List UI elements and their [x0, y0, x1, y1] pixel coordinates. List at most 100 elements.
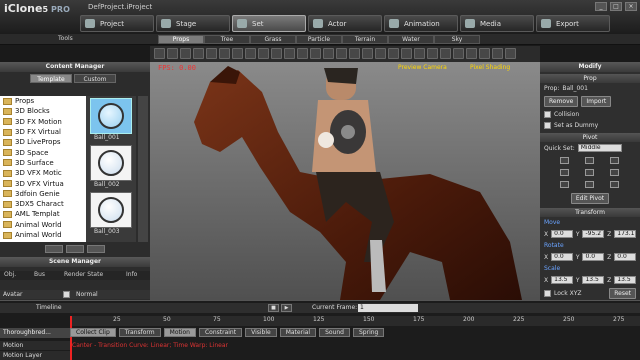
prop-section[interactable]: Prop — [540, 74, 640, 83]
viewport-tool-icon[interactable] — [375, 48, 386, 59]
collision-checkbox[interactable] — [544, 111, 551, 118]
maximize-button[interactable]: □ — [610, 2, 622, 11]
viewport-tool-icon[interactable] — [245, 48, 256, 59]
motion-track-label[interactable]: Motion — [0, 341, 70, 350]
tree-item[interactable]: 3D VFX Virtua — [0, 178, 86, 188]
3d-viewport[interactable]: FPS: 0.00 Preview Camera Pixel Shading — [150, 62, 540, 300]
move-x[interactable]: 0.0 — [551, 230, 573, 238]
motion-clip-info[interactable]: Canter - Transition Curve: Linear; Time … — [72, 341, 228, 350]
quick-set-select[interactable]: Middle — [577, 144, 622, 152]
track-name[interactable]: Thoroughbred... — [0, 328, 70, 338]
pivot-section[interactable]: Pivot — [540, 133, 640, 142]
tree-item[interactable]: 3D Surface — [0, 158, 86, 168]
scene-row-avatar[interactable]: Avatar Normal — [0, 290, 150, 299]
viewport-tool-icon[interactable] — [479, 48, 490, 59]
pivot-bc[interactable] — [585, 181, 594, 188]
pivot-ml[interactable] — [560, 169, 569, 176]
tools-menu[interactable]: Tools — [58, 35, 73, 42]
tab-stage[interactable]: Stage — [156, 15, 230, 32]
viewport-tool-icon[interactable] — [414, 48, 425, 59]
stop-icon[interactable]: ■ — [268, 304, 279, 312]
pivot-tr[interactable] — [610, 157, 619, 164]
close-button[interactable]: × — [625, 2, 637, 11]
play-icon[interactable]: ▶ — [281, 304, 292, 312]
viewport-tool-icon[interactable] — [271, 48, 282, 59]
move-z[interactable]: 173.1 — [614, 230, 636, 238]
col-info[interactable]: Info — [122, 271, 137, 280]
tree-item[interactable]: Animal World — [0, 230, 86, 240]
tree-item[interactable]: Animal World — [0, 220, 86, 230]
lock-xyz-checkbox[interactable] — [544, 290, 551, 297]
subtab-grass[interactable]: Grass — [250, 35, 296, 44]
pivot-tl[interactable] — [560, 157, 569, 164]
col-obj[interactable]: Obj. — [0, 271, 30, 280]
tree-item[interactable]: 3dfoin Genie — [0, 189, 86, 199]
transform-section[interactable]: Transform — [540, 208, 640, 217]
scale-x[interactable]: 13.5 — [551, 276, 573, 284]
tree-item[interactable]: 3D FX Motion — [0, 117, 86, 127]
timeline-ruler[interactable]: 25 50 75 100 125 150 175 200 225 250 275 — [70, 316, 640, 326]
tab-media[interactable]: Media — [460, 15, 534, 32]
viewport-tool-icon[interactable] — [193, 48, 204, 59]
rotate-y[interactable]: 0.0 — [582, 253, 605, 261]
reset-button[interactable]: Reset — [609, 288, 636, 299]
viewport-tool-icon[interactable] — [167, 48, 178, 59]
viewport-tool-icon[interactable] — [466, 48, 477, 59]
track-constraint-button[interactable]: Constraint — [198, 328, 243, 337]
scale-y[interactable]: 13.5 — [582, 276, 605, 284]
viewport-tool-icon[interactable] — [388, 48, 399, 59]
col-render-state[interactable]: Render State — [60, 271, 122, 280]
subtab-tree[interactable]: Tree — [204, 35, 250, 44]
viewport-tool-icon[interactable] — [258, 48, 269, 59]
viewport-tool-icon[interactable] — [180, 48, 191, 59]
dummy-checkbox[interactable] — [544, 122, 551, 129]
track-material-button[interactable]: Material — [279, 328, 317, 337]
tree-item[interactable]: Props — [0, 96, 86, 106]
col-bus[interactable]: Bus — [30, 271, 60, 280]
subtab-props[interactable]: Props — [158, 35, 204, 44]
motion-layer-label[interactable]: Motion Layer — [0, 351, 70, 360]
viewport-tool-icon[interactable] — [219, 48, 230, 59]
tree-item[interactable]: AML Templat — [0, 209, 86, 219]
tab-set[interactable]: Set — [232, 15, 306, 32]
tree-item[interactable]: 3D Blocks — [0, 106, 86, 116]
tab-template[interactable]: Template — [30, 74, 72, 83]
subtab-particle[interactable]: Particle — [296, 35, 342, 44]
track-visible-button[interactable]: Visible — [245, 328, 277, 337]
viewport-tool-icon[interactable] — [505, 48, 516, 59]
apply-button[interactable] — [66, 245, 84, 253]
pivot-bl[interactable] — [560, 181, 569, 188]
tree-item[interactable]: 3DX5 Charact — [0, 199, 86, 209]
track-collect-clip-button[interactable]: Collect Clip — [70, 328, 116, 337]
edit-pivot-button[interactable]: Edit Pivot — [570, 193, 610, 204]
viewport-tool-icon[interactable] — [310, 48, 321, 59]
thumb-ball-001[interactable] — [90, 98, 132, 134]
track-transform-button[interactable]: Transform — [118, 328, 161, 337]
playhead[interactable] — [70, 316, 72, 360]
pivot-mr[interactable] — [610, 169, 619, 176]
camera-selector[interactable]: Preview Camera — [398, 64, 447, 71]
viewport-tool-icon[interactable] — [362, 48, 373, 59]
visible-checkbox[interactable] — [63, 291, 70, 298]
tab-project[interactable]: Project — [80, 15, 154, 32]
tab-animation[interactable]: Animation — [384, 15, 458, 32]
viewport-tool-icon[interactable] — [336, 48, 347, 59]
current-frame-input[interactable]: 1 — [358, 304, 418, 312]
viewport-tool-icon[interactable] — [206, 48, 217, 59]
viewport-tool-icon[interactable] — [323, 48, 334, 59]
rotate-x[interactable]: 0.0 — [551, 253, 573, 261]
track-motion-button[interactable]: Motion — [163, 328, 196, 337]
subtab-water[interactable]: Water — [388, 35, 434, 44]
pivot-tc[interactable] — [585, 157, 594, 164]
viewport-tool-icon[interactable] — [284, 48, 295, 59]
track-sound-button[interactable]: Sound — [319, 328, 350, 337]
tree-item[interactable]: 3D VFX Motic — [0, 168, 86, 178]
viewport-tool-icon[interactable] — [297, 48, 308, 59]
minimize-button[interactable]: _ — [595, 2, 607, 11]
viewport-tool-icon[interactable] — [232, 48, 243, 59]
track-spring-button[interactable]: Spring — [352, 328, 385, 337]
thumb-ball-002[interactable] — [90, 145, 132, 181]
tab-export[interactable]: Export — [536, 15, 610, 32]
subtab-terrain[interactable]: Terrain — [342, 35, 388, 44]
viewport-tool-icon[interactable] — [154, 48, 165, 59]
